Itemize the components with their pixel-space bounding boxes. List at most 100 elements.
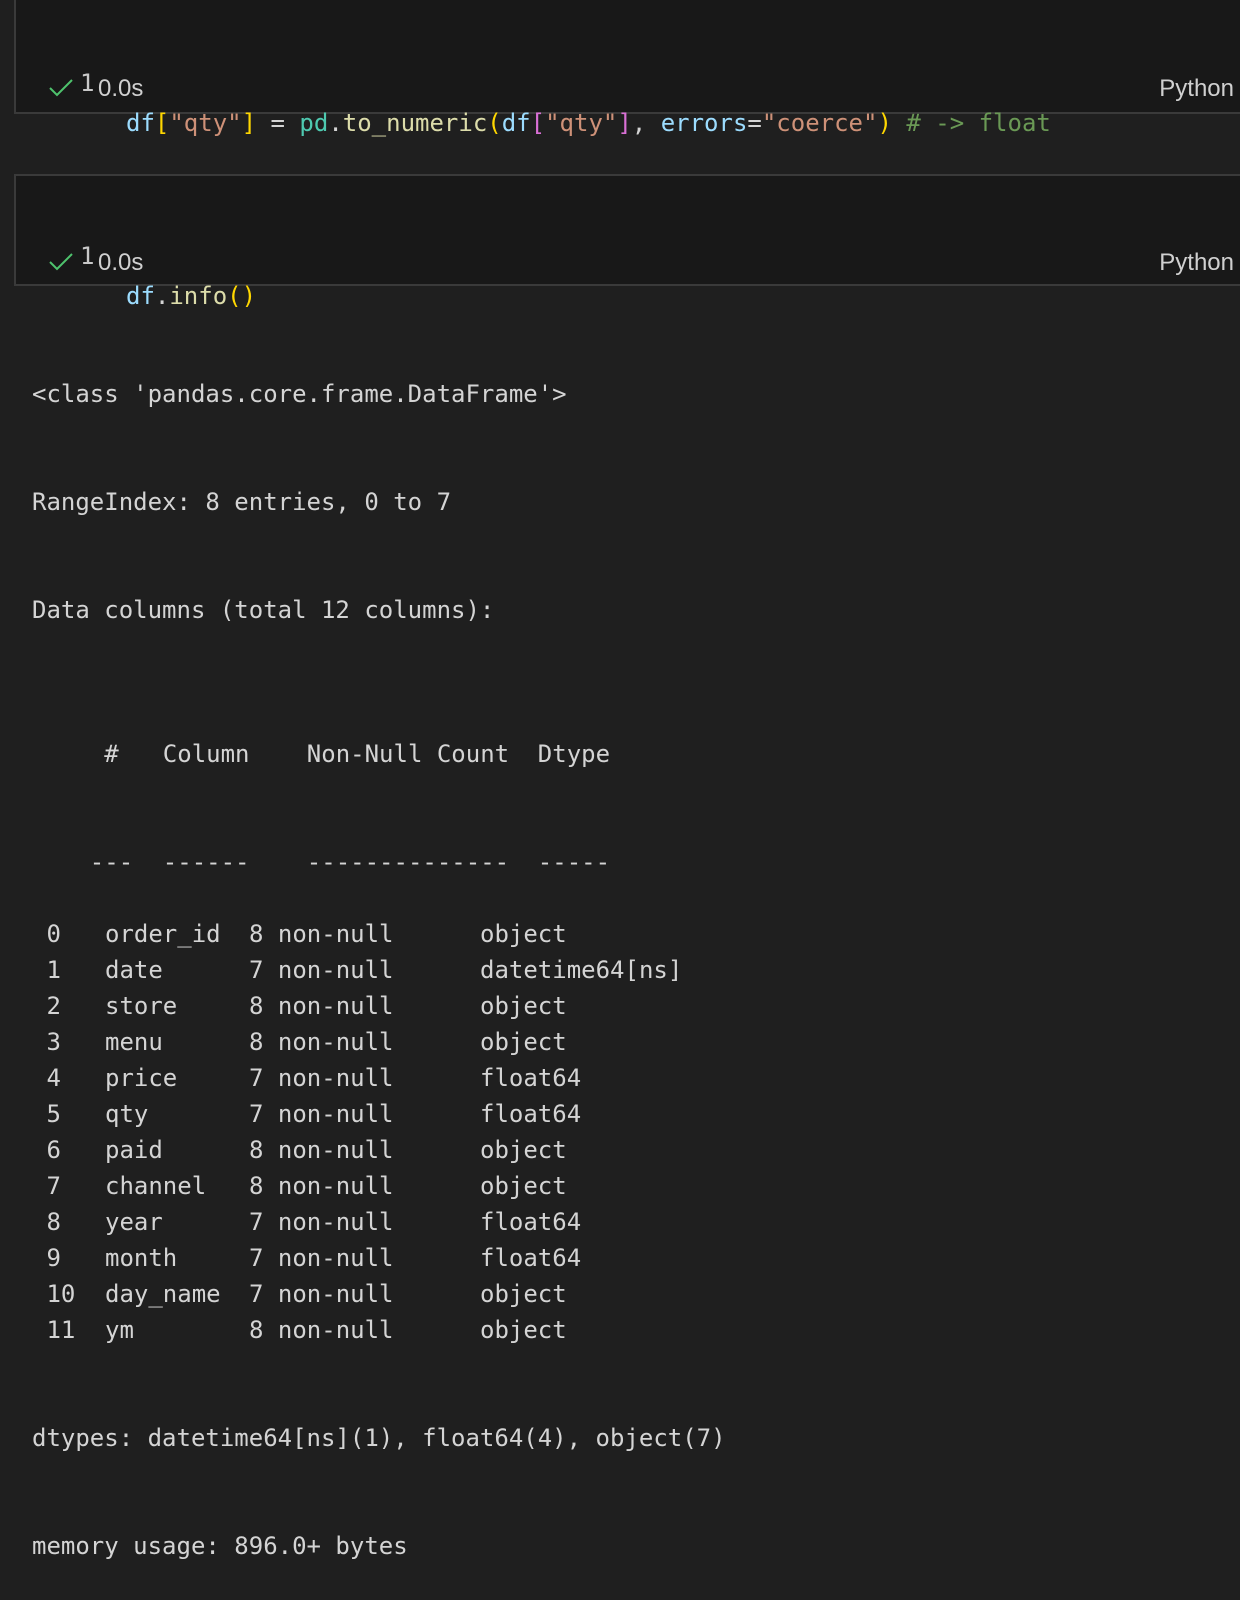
output-line: RangeIndex: 8 entries, 0 to 7 — [32, 488, 452, 516]
row-dtype: datetime64[ns] — [480, 956, 683, 984]
row-dtype: object — [480, 1028, 567, 1056]
row-index: 4 — [32, 1064, 61, 1092]
info-table-row: 11 ym 8 non-null object — [32, 1312, 1232, 1348]
row-dtype: object — [480, 992, 567, 1020]
code-token: ] — [241, 109, 257, 137]
cell-output: <class 'pandas.core.frame.DataFrame'> Ra… — [32, 304, 1232, 1600]
code-token: , — [631, 109, 661, 137]
code-token: [ — [530, 109, 546, 137]
row-dtype: float64 — [480, 1208, 582, 1236]
info-table-row: 10 day_name 7 non-null object — [32, 1276, 1232, 1312]
execution-time: 0.0s — [98, 249, 144, 276]
row-column: price — [105, 1064, 178, 1092]
info-table-row: 8 year 7 non-null float64 — [32, 1204, 1232, 1240]
row-index: 8 — [32, 1208, 61, 1236]
info-table-row: 3 menu 8 non-null object — [32, 1024, 1232, 1060]
info-table-row: 6 paid 8 non-null object — [32, 1132, 1232, 1168]
row-index: 7 — [32, 1172, 61, 1200]
kernel-language-button[interactable]: Python — [1159, 247, 1234, 279]
rule-dtype: ----- — [537, 848, 611, 876]
info-table-row: 1 date 7 non-null datetime64[ns] — [32, 952, 1232, 988]
code-token: . — [328, 109, 343, 137]
row-index: 9 — [32, 1244, 61, 1272]
output-line: <class 'pandas.core.frame.DataFrame'> — [32, 380, 567, 408]
row-non-null: 8 non-null — [249, 1172, 394, 1200]
header-index: # — [89, 740, 119, 768]
code-token: df — [126, 109, 155, 137]
rule-non-null: -------------- — [306, 848, 510, 876]
row-index: 1 — [32, 956, 61, 984]
success-check-icon — [49, 79, 73, 97]
header-non-null: Non-Null Count — [306, 740, 510, 768]
info-table-row: 4 price 7 non-null float64 — [32, 1060, 1232, 1096]
row-index: 10 — [32, 1280, 76, 1308]
info-table-row: 5 qty 7 non-null float64 — [32, 1096, 1232, 1132]
row-non-null: 7 non-null — [249, 1280, 394, 1308]
output-line: memory usage: 896.0+ bytes — [32, 1532, 408, 1560]
row-column: year — [105, 1208, 163, 1236]
cell-status-bar: 0.0s Python — [16, 247, 1240, 279]
code-token: errors — [660, 109, 748, 137]
row-index: 6 — [32, 1136, 61, 1164]
execution-time: 0.0s — [98, 75, 144, 102]
row-non-null: 8 non-null — [249, 992, 394, 1020]
row-column: ym — [105, 1316, 134, 1344]
code-token: [ — [154, 109, 170, 137]
code-token: df — [501, 109, 531, 137]
cell-status-bar: 0.0s Python — [16, 73, 1240, 105]
info-table-rows: 0 order_id 8 non-null object 1 date 7 non-nul… — [32, 916, 1232, 1348]
output-line: dtypes: datetime64[ns](1), float64(4), o… — [32, 1424, 726, 1452]
code-token: to_numeric — [342, 109, 488, 137]
row-dtype: object — [480, 920, 567, 948]
code-token: "qty" — [545, 109, 618, 137]
code-token: # -> float — [891, 109, 1051, 137]
code-line[interactable]: 1 df.info() — [16, 196, 256, 310]
row-non-null: 7 non-null — [249, 1064, 394, 1092]
row-column: day_name — [105, 1280, 221, 1308]
code-cell-2[interactable]: 1 df.info() 0.0s Python — [14, 174, 1240, 310]
row-dtype: object — [480, 1136, 567, 1164]
row-non-null: 8 non-null — [249, 920, 394, 948]
code-cell-1[interactable]: 1 df["qty"] = pd.to_numeric(df["qty"], e… — [14, 0, 1240, 137]
row-dtype: object — [480, 1172, 567, 1200]
row-column: qty — [105, 1100, 149, 1128]
code-token: ) — [877, 109, 892, 137]
row-column: store — [105, 992, 178, 1020]
code-token: = — [256, 109, 300, 137]
code-token: = — [747, 109, 762, 137]
info-table-row: 9 month 7 non-null float64 — [32, 1240, 1232, 1276]
info-table-row: 2 store 8 non-null object — [32, 988, 1232, 1024]
info-table-rule: --- ------ -------------- ----- — [32, 808, 1232, 876]
row-dtype: float64 — [480, 1244, 582, 1272]
code-token: pd — [299, 109, 329, 137]
row-non-null: 7 non-null — [249, 1208, 394, 1236]
info-table-header: # Column Non-Null Count Dtype — [32, 700, 1232, 768]
code-token: ( — [487, 109, 502, 137]
code-token: "coerce" — [761, 109, 878, 137]
row-index: 5 — [32, 1100, 61, 1128]
row-column: paid — [105, 1136, 163, 1164]
row-index: 3 — [32, 1028, 61, 1056]
info-table-row: 7 channel 8 non-null object — [32, 1168, 1232, 1204]
row-index: 0 — [32, 920, 61, 948]
code-token: "qty" — [169, 109, 242, 137]
row-non-null: 7 non-null — [249, 956, 394, 984]
header-column: Column — [162, 740, 250, 768]
row-index: 2 — [32, 992, 61, 1020]
row-dtype: object — [480, 1316, 567, 1344]
row-non-null: 8 non-null — [249, 1136, 394, 1164]
code-line[interactable]: 1 df["qty"] = pd.to_numeric(df["qty"], e… — [16, 23, 1051, 137]
row-column: menu — [105, 1028, 163, 1056]
success-check-icon — [49, 253, 73, 271]
kernel-language-button[interactable]: Python — [1159, 73, 1234, 105]
code-text[interactable]: df["qty"] = pd.to_numeric(df["qty"], err… — [126, 103, 1051, 143]
row-column: month — [105, 1244, 178, 1272]
row-dtype: float64 — [480, 1064, 582, 1092]
row-dtype: object — [480, 1280, 567, 1308]
rule-index: --- — [89, 848, 134, 876]
row-index: 11 — [32, 1316, 76, 1344]
rule-column: ------ — [162, 848, 250, 876]
row-column: channel — [105, 1172, 207, 1200]
row-non-null: 7 non-null — [249, 1244, 394, 1272]
header-dtype: Dtype — [537, 740, 611, 768]
